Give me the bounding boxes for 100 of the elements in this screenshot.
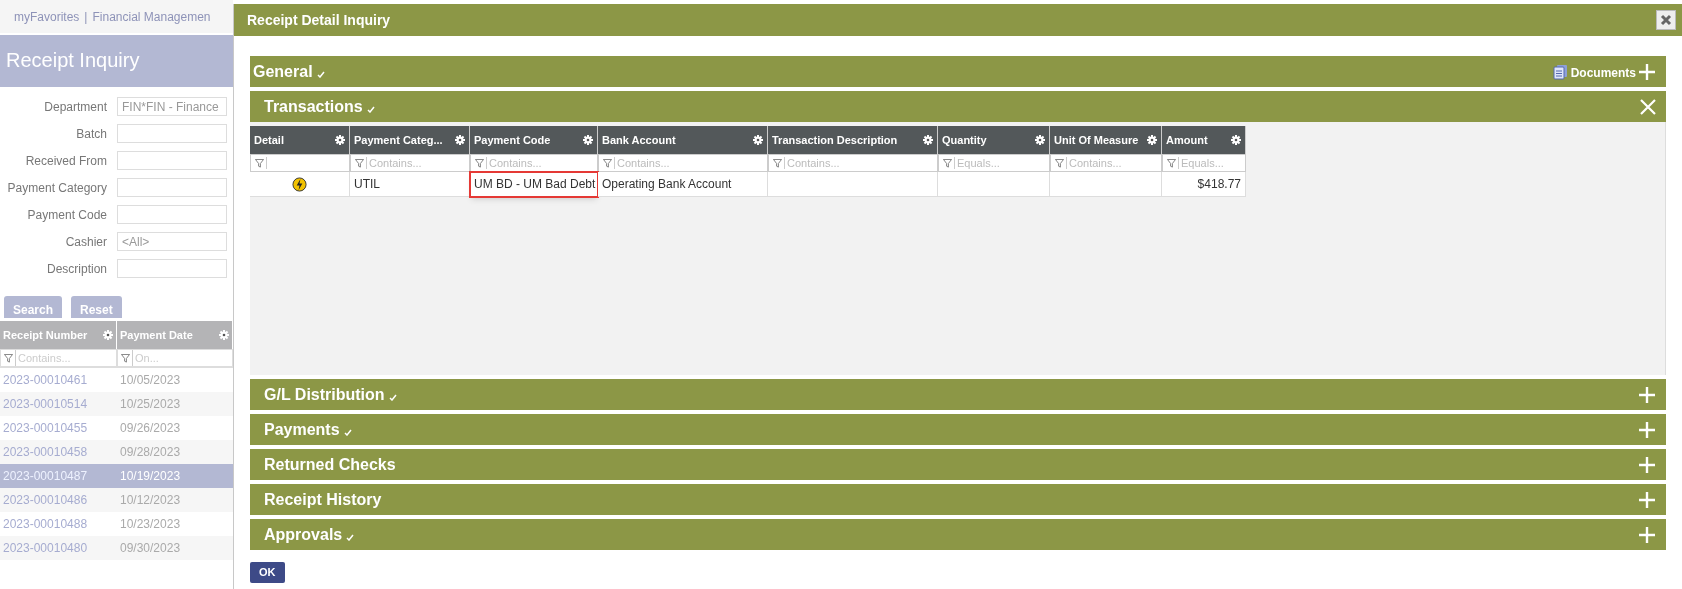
settings-icon[interactable] [753,135,763,145]
table-cell-text: 2023-00010458 [2,444,89,461]
input-field[interactable] [117,124,227,143]
documents-link[interactable]: Documents [1570,64,1636,82]
form-button[interactable]: Search [4,296,63,318]
column-header[interactable]: Quantity [938,126,1050,154]
field-label: Description [45,260,108,278]
settings-icon[interactable] [103,330,113,340]
plus-icon[interactable] [1638,525,1656,544]
filter-field[interactable]: Contains... [598,154,768,172]
section-header[interactable]: Returned Checks [250,449,1666,480]
column-header[interactable]: Payment Categ... [350,126,470,154]
section-header[interactable]: Payments [250,414,1666,445]
table-cell-text: 2023-00010486 [2,492,89,509]
table-cell-text: 10/23/2023 [119,516,182,533]
table-cell-text: 2023-00010480 [2,540,89,557]
nav-link[interactable]: myFavorites [14,7,80,26]
dialog-title: Receipt Detail Inquiry [247,10,391,30]
settings-icon[interactable] [1035,135,1045,145]
filter-icon[interactable] [255,158,264,168]
filter-icon[interactable] [603,158,612,168]
grid-row[interactable]: 2023-00010487 10/19/2023 [0,464,233,488]
plus-icon[interactable] [1638,420,1656,439]
nav-separator: | [84,8,88,26]
filter-icon[interactable] [1055,158,1064,168]
table-cell-text: 2023-00010514 [2,396,89,413]
section-header[interactable]: Receipt History [250,484,1666,515]
filter-field[interactable]: Contains... [768,154,938,172]
page-title: Receipt Inquiry [6,48,140,73]
section-header[interactable]: Transactions [250,91,1666,122]
settings-icon[interactable] [923,135,933,145]
filter-icon[interactable] [355,158,364,168]
plus-icon[interactable] [1638,455,1656,474]
filter-icon[interactable] [121,353,130,363]
input-field[interactable] [117,205,227,224]
table-cell-text: 2023-00010488 [2,516,89,533]
plus-icon[interactable] [1638,385,1656,404]
close-button[interactable] [1656,10,1676,30]
grid-row[interactable]: 2023-00010486 10/12/2023 [0,488,233,512]
field-label: Batch [75,125,108,143]
grid-row[interactable]: 2023-00010514 10/25/2023 [0,392,233,416]
section-header[interactable]: Approvals [250,519,1666,550]
grid-row[interactable]: 2023-00010458 09/28/2023 [0,440,233,464]
table-cell-text: 10/25/2023 [119,396,182,413]
column-header[interactable]: Amount [1162,126,1246,154]
close-icon[interactable] [1640,98,1656,115]
filter-field[interactable]: Contains... [1050,154,1162,172]
filter-field[interactable]: Contains... [470,154,598,172]
table-cell: Operating Bank Account [598,172,768,197]
lightning-icon[interactable] [292,176,307,192]
column-header[interactable]: Payment Code [470,126,598,154]
input-field[interactable] [117,178,227,197]
documents-icon[interactable] [1552,63,1569,80]
input-field[interactable] [117,259,227,278]
filter-field[interactable]: Equals... [938,154,1050,172]
nav-link[interactable]: Financial Managemen [92,7,211,26]
table-cell-text: 10/12/2023 [119,492,182,509]
table-cell-text: 09/26/2023 [119,420,182,437]
section-header[interactable]: G/L Distribution [250,379,1666,410]
table-cell-text: 2023-00010455 [2,420,89,437]
plus-icon[interactable] [1638,490,1656,509]
form-button[interactable]: Reset [71,296,122,318]
ok-button[interactable]: OK [250,561,285,583]
table-cell-text: 2023-00010461 [2,372,89,389]
filter-icon[interactable] [1167,158,1176,168]
filter-icon[interactable] [773,158,782,168]
settings-icon[interactable] [1231,135,1241,145]
section-header[interactable]: General Documents [250,56,1666,87]
column-header[interactable]: Detail [250,126,350,154]
filter-icon[interactable] [943,158,952,168]
settings-icon[interactable] [455,135,465,145]
plus-icon[interactable] [1638,62,1656,81]
settings-icon[interactable] [583,135,593,145]
filter-field[interactable]: Contains... [350,154,470,172]
check-icon [346,533,355,541]
check-icon [343,428,352,436]
table-cell: $418.77 [1162,172,1246,197]
column-header[interactable]: Transaction Description [768,126,938,154]
filter-icon[interactable] [4,353,13,363]
table-cell: UTIL [350,172,470,197]
field-label: Cashier [64,233,108,251]
table-cell-text: 2023-00010487 [2,468,89,485]
settings-icon[interactable] [219,330,229,340]
input-field[interactable] [117,151,227,170]
table-cell: UM BD - UM Bad Debt [470,172,598,197]
field-label: Payment Category [6,179,108,197]
input-field[interactable]: <All> [117,232,227,251]
filter-icon[interactable] [475,158,484,168]
input-field[interactable]: FIN*FIN - Finance [117,97,227,116]
filter-field[interactable] [250,154,350,172]
column-header[interactable]: Bank Account [598,126,768,154]
column-header[interactable]: Unit Of Measure [1050,126,1162,154]
table-cell-text: 09/30/2023 [119,540,182,557]
settings-icon[interactable] [335,135,345,145]
check-icon [388,393,397,401]
grid-row[interactable]: 2023-00010480 09/30/2023 [0,536,233,560]
filter-field[interactable]: Equals... [1162,154,1246,172]
settings-icon[interactable] [1147,135,1157,145]
table-cell-text: 09/28/2023 [119,444,182,461]
close-icon [1660,14,1672,26]
